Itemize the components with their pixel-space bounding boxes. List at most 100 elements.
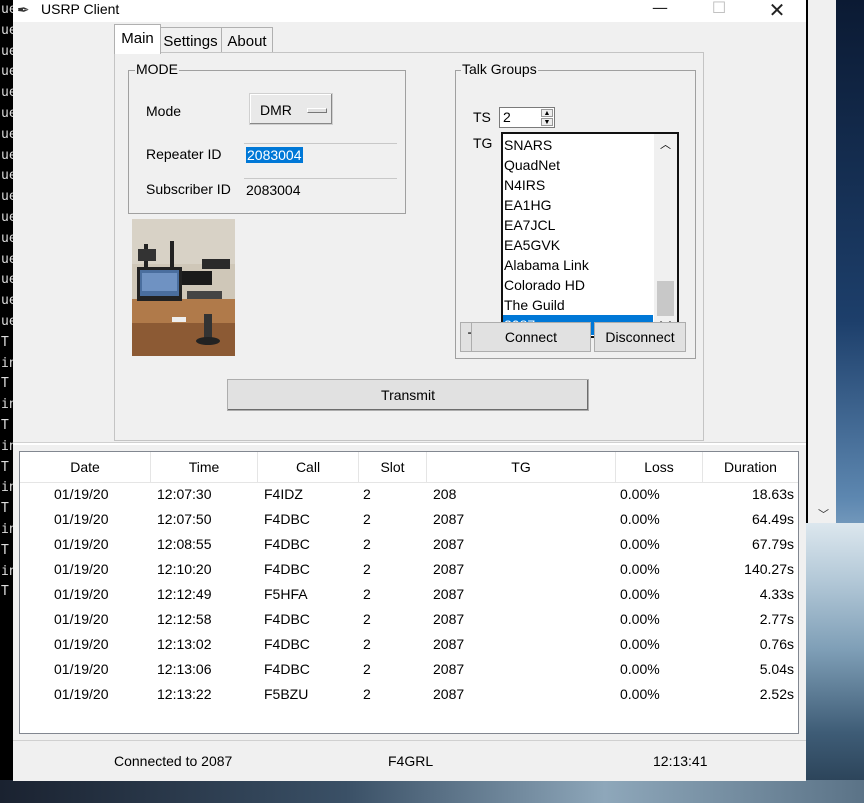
- table-row[interactable]: 01/19/20 12:13:22 F5BZU 2 2087 0.00% 2.52s: [20, 682, 798, 707]
- ts-spinbox[interactable]: 2 ▲ ▼: [499, 107, 555, 128]
- cell-time: 12:12:49: [157, 586, 212, 602]
- cell-duration: 2.77s: [759, 611, 794, 627]
- cell-duration: 140.27s: [744, 561, 794, 577]
- cell-tg: 2087: [433, 511, 465, 527]
- list-item[interactable]: The Guild: [503, 295, 653, 315]
- cell-duration: 64.49s: [751, 511, 794, 527]
- cell-slot: 2: [363, 661, 371, 677]
- table-row[interactable]: 01/19/20 12:08:55 F4DBC 2 2087 0.00% 67.79s: [20, 532, 798, 557]
- cell-tg: 2087: [433, 636, 465, 652]
- table-row[interactable]: 01/19/20 12:13:06 F4DBC 2 2087 0.00% 5.04s: [20, 657, 798, 682]
- tg-label: TG: [473, 135, 493, 151]
- talk-groups-title: Talk Groups: [461, 61, 538, 77]
- list-item[interactable]: EA5GVK: [503, 235, 653, 255]
- cell-date: 01/19/20: [54, 486, 109, 502]
- column-header-loss[interactable]: Loss: [616, 452, 703, 482]
- cell-slot: 2: [363, 536, 371, 552]
- repeater-id-input[interactable]: 2083004: [244, 143, 397, 165]
- cell-slot: 2: [363, 561, 371, 577]
- usrp-client-window: ✒ USRP Client — ☐ ✕ Main Settings About …: [13, 0, 806, 781]
- status-clock: 12:13:41: [653, 753, 708, 769]
- table-row[interactable]: 01/19/20 12:07:30 F4IDZ 2 208 0.00% 18.63s: [20, 482, 798, 507]
- cell-loss: 0.00%: [620, 661, 660, 677]
- list-item[interactable]: Colorado HD: [503, 275, 653, 295]
- scrollbar-thumb[interactable]: [657, 281, 674, 316]
- talk-group-scrollbar[interactable]: ︿ ﹀: [654, 134, 677, 336]
- table-row[interactable]: 01/19/20 12:12:58 F4DBC 2 2087 0.00% 2.77s: [20, 607, 798, 632]
- cell-duration: 0.76s: [759, 636, 794, 652]
- cell-call: F4DBC: [264, 511, 310, 527]
- cell-date: 01/19/20: [54, 636, 109, 652]
- cell-loss: 0.00%: [620, 561, 660, 577]
- cell-date: 01/19/20: [54, 561, 109, 577]
- chevron-up-icon[interactable]: ︿: [660, 136, 671, 152]
- background-window-scrollbar: ﹀: [808, 0, 836, 523]
- table-row[interactable]: 01/19/20 12:13:02 F4DBC 2 2087 0.00% 0.76s: [20, 632, 798, 657]
- spin-down-icon[interactable]: ▼: [541, 118, 553, 126]
- cell-time: 12:13:22: [157, 686, 212, 702]
- cell-slot: 2: [363, 586, 371, 602]
- main-tab-panel: MODE Mode DMR Repeater ID 2083004 Subscr…: [114, 52, 704, 441]
- column-header-slot[interactable]: Slot: [359, 452, 427, 482]
- cell-date: 01/19/20: [54, 511, 109, 527]
- cell-call: F5HFA: [264, 586, 308, 602]
- call-log-table[interactable]: Date Time Call Slot TG Loss Duration 01/…: [19, 451, 799, 734]
- cell-date: 01/19/20: [54, 611, 109, 627]
- ts-value: 2: [503, 109, 511, 125]
- repeater-id-label: Repeater ID: [146, 146, 222, 162]
- cell-time: 12:10:20: [157, 561, 212, 577]
- column-header-time[interactable]: Time: [151, 452, 258, 482]
- table-row[interactable]: 01/19/20 12:10:20 F4DBC 2 2087 0.00% 140.27s: [20, 557, 798, 582]
- background-terminal: ue ue ue ue ue ue ue ue ue ue ue ue ue ue ue ue Tin Tin Ti…: [0, 0, 15, 803]
- subscriber-id-input[interactable]: 2083004: [244, 178, 397, 200]
- list-item[interactable]: Alabama Link: [503, 255, 653, 275]
- minimize-button[interactable]: —: [637, 0, 683, 20]
- cell-time: 12:08:55: [157, 536, 212, 552]
- list-item[interactable]: EA7JCL: [503, 215, 653, 235]
- list-item[interactable]: EA1HG: [503, 195, 653, 215]
- cell-loss: 0.00%: [620, 636, 660, 652]
- tab-about[interactable]: About: [221, 27, 273, 55]
- transmit-button[interactable]: Transmit: [227, 379, 589, 411]
- tab-main[interactable]: Main: [114, 24, 161, 54]
- column-header-tg[interactable]: TG: [427, 452, 616, 482]
- maximize-button[interactable]: ☐: [696, 0, 742, 20]
- column-header-call[interactable]: Call: [258, 452, 359, 482]
- cell-tg: 208: [433, 486, 457, 502]
- mode-dropdown[interactable]: DMR: [249, 93, 333, 125]
- cell-duration: 5.04s: [759, 661, 794, 677]
- cell-time: 12:07:50: [157, 511, 212, 527]
- cell-tg: 2087: [433, 661, 465, 677]
- cell-duration: 2.52s: [759, 686, 794, 702]
- table-row[interactable]: 01/19/20 12:07:50 F4DBC 2 2087 0.00% 64.49s: [20, 507, 798, 532]
- station-photo: [132, 219, 235, 356]
- wallpaper-sea: [806, 523, 864, 803]
- list-item[interactable]: N4IRS: [503, 175, 653, 195]
- spin-up-icon[interactable]: ▲: [541, 109, 553, 117]
- cell-slot: 2: [363, 636, 371, 652]
- feather-icon: ✒: [17, 1, 30, 19]
- cell-slot: 2: [363, 611, 371, 627]
- list-item[interactable]: QuadNet: [503, 155, 653, 175]
- cell-duration: 4.33s: [759, 586, 794, 602]
- tab-settings[interactable]: Settings: [159, 27, 222, 55]
- connect-button[interactable]: Connect: [471, 322, 591, 352]
- cell-date: 01/19/20: [54, 661, 109, 677]
- table-row[interactable]: 01/19/20 12:12:49 F5HFA 2 2087 0.00% 4.33s: [20, 582, 798, 607]
- repeater-id-value: 2083004: [246, 147, 303, 163]
- cell-slot: 2: [363, 686, 371, 702]
- cell-loss: 0.00%: [620, 486, 660, 502]
- cell-tg: 2087: [433, 561, 465, 577]
- column-header-date[interactable]: Date: [20, 452, 151, 482]
- cell-loss: 0.00%: [620, 586, 660, 602]
- table-header: Date Time Call Slot TG Loss Duration: [20, 452, 798, 483]
- title-bar[interactable]: ✒ USRP Client — ☐ ✕: [13, 0, 806, 22]
- list-item[interactable]: SNARS: [503, 135, 653, 155]
- talk-group-listbox[interactable]: SNARS QuadNet N4IRS EA1HG EA7JCL EA5GVK …: [501, 132, 679, 338]
- talk-groups-frame: Talk Groups TS 2 ▲ ▼ TG SNARS QuadNet N4…: [455, 61, 696, 359]
- status-callsign: F4GRL: [388, 753, 434, 769]
- disconnect-button[interactable]: Disconnect: [594, 322, 686, 352]
- column-header-duration[interactable]: Duration: [703, 452, 798, 482]
- close-button[interactable]: ✕: [754, 0, 800, 22]
- cell-duration: 67.79s: [751, 536, 794, 552]
